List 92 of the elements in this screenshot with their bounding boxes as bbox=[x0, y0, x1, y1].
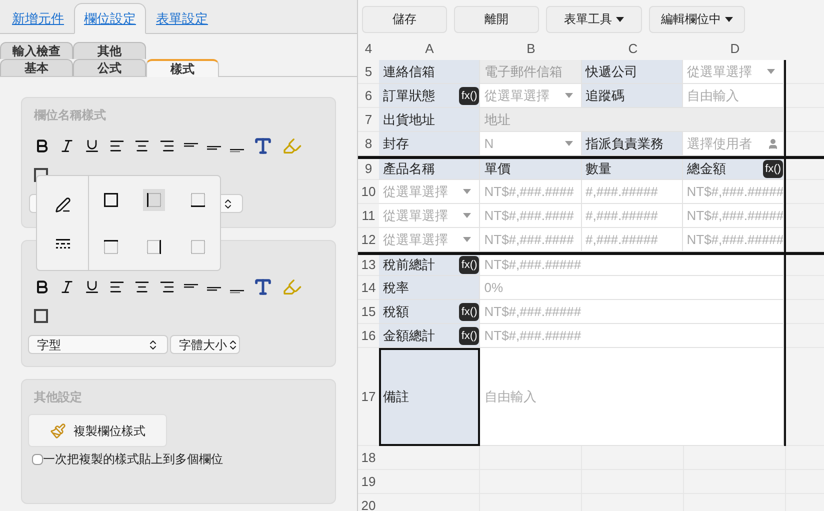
row-number: 4 bbox=[364, 40, 374, 58]
caret-icon bbox=[725, 16, 733, 22]
main-tab[interactable]: 欄位設定 bbox=[74, 3, 146, 34]
field-label: 數量 bbox=[586, 160, 612, 178]
align-center-icon[interactable] bbox=[134, 138, 150, 154]
field-label: 金額總計 bbox=[383, 326, 435, 345]
field-label-cell[interactable]: 產品名稱 bbox=[379, 159, 480, 180]
bold-icon[interactable] bbox=[34, 138, 50, 154]
sub-tab[interactable]: 輸入檢查 bbox=[0, 42, 73, 59]
caret-icon bbox=[463, 237, 472, 242]
toolbar-button[interactable]: 儲存 bbox=[362, 6, 447, 32]
align-center-icon[interactable] bbox=[134, 279, 150, 295]
field-label-cell[interactable]: 稅前總計 fx() bbox=[379, 255, 480, 276]
column-header: A bbox=[424, 40, 435, 58]
underline-icon[interactable] bbox=[84, 138, 100, 154]
section-title: 其他設定 bbox=[33, 389, 83, 406]
field-label: 出貨地址 bbox=[383, 110, 435, 129]
column-header: B bbox=[526, 40, 536, 58]
select-field[interactable]: 字型 bbox=[28, 335, 168, 354]
border-checkbox[interactable] bbox=[34, 309, 48, 323]
border-style-option[interactable] bbox=[143, 188, 166, 210]
field-label-cell[interactable]: 封存 bbox=[379, 132, 480, 156]
field-label-cell[interactable]: 稅額 fx() bbox=[379, 300, 480, 324]
sub-tab[interactable]: 其他 bbox=[73, 42, 146, 59]
field-label-cell[interactable]: 總金額 fx() bbox=[682, 159, 784, 180]
field-label: 備註 bbox=[383, 388, 409, 406]
paintbrush-icon bbox=[50, 422, 66, 438]
field-label: 總金額 bbox=[686, 160, 726, 178]
field-label-cell[interactable]: 稅率 bbox=[379, 276, 480, 300]
updown-arrow-icon bbox=[227, 338, 239, 350]
field-label-cell[interactable]: 快遞公司 bbox=[582, 60, 683, 84]
updown-arrow-icon bbox=[222, 198, 234, 210]
updown-arrow-icon bbox=[147, 338, 159, 350]
field-label-cell[interactable]: 指派負責業務 bbox=[582, 132, 683, 156]
align-left-icon[interactable] bbox=[109, 279, 125, 295]
field-label: 產品名稱 bbox=[383, 160, 435, 178]
italic-icon[interactable] bbox=[59, 138, 75, 154]
caret-icon bbox=[564, 141, 572, 146]
field-label-cell[interactable]: 訂單狀態 fx() bbox=[379, 84, 480, 108]
formula-badge: fx() bbox=[459, 326, 480, 344]
field-label: 追蹤碼 bbox=[586, 86, 624, 105]
field-label: 稅前總計 bbox=[383, 256, 435, 274]
formula-badge: fx() bbox=[459, 302, 480, 320]
caret-icon bbox=[463, 213, 472, 218]
section-title: 欄位名稱樣式 bbox=[32, 107, 107, 124]
field-label: 單價 bbox=[484, 160, 510, 178]
field-label-cell[interactable]: 追蹤碼 bbox=[582, 84, 683, 108]
formula-badge: fx() bbox=[763, 160, 783, 178]
field-label: 稅額 bbox=[383, 302, 409, 321]
caret-icon bbox=[767, 69, 775, 74]
column-header: D bbox=[729, 40, 741, 58]
field-label-cell[interactable]: 數量 bbox=[582, 159, 683, 180]
sub-tab[interactable]: 樣式 bbox=[146, 59, 219, 77]
underline-icon[interactable] bbox=[84, 279, 100, 295]
field-label-cell[interactable]: 金額總計 fx() bbox=[379, 324, 480, 348]
select-field[interactable]: 字體大小 bbox=[170, 335, 240, 354]
align-left-icon[interactable] bbox=[109, 138, 125, 154]
line-style-icon[interactable] bbox=[56, 239, 70, 249]
formula-badge: fx() bbox=[459, 86, 480, 104]
field-label: 指派負責業務 bbox=[586, 134, 664, 153]
caret-icon bbox=[616, 16, 624, 22]
toolbar-button[interactable]: 編輯欄位中 bbox=[649, 6, 745, 32]
sub-tab[interactable]: 公式 bbox=[73, 59, 146, 76]
field-label: 連絡信箱 bbox=[383, 62, 435, 81]
field-label: 訂單狀態 bbox=[383, 86, 435, 105]
main-tab[interactable]: 新增元件 bbox=[2, 3, 74, 34]
formula-badge: fx() bbox=[459, 256, 480, 274]
field-label-cell[interactable]: 出貨地址 bbox=[379, 108, 480, 132]
field-label-cell[interactable]: 備註 bbox=[379, 348, 480, 446]
field-label: 封存 bbox=[383, 134, 409, 153]
italic-icon[interactable] bbox=[59, 279, 75, 295]
field-label-cell[interactable]: 單價 bbox=[480, 159, 582, 180]
checkbox-label: 一次把複製的樣式貼上到多個欄位 bbox=[43, 451, 223, 468]
toolbar-button[interactable]: 表單工具 bbox=[546, 6, 642, 32]
field-label-cell[interactable]: 連絡信箱 bbox=[379, 60, 480, 84]
caret-icon bbox=[564, 93, 572, 98]
font-color-icon[interactable] bbox=[253, 277, 273, 297]
line-color-icon[interactable] bbox=[54, 197, 70, 213]
main-tab[interactable]: 表單設定 bbox=[146, 3, 218, 34]
field-label: 快遞公司 bbox=[586, 62, 638, 81]
copy-style-button[interactable]: 複製欄位樣式 bbox=[28, 414, 167, 447]
user-icon bbox=[767, 138, 779, 150]
column-header: C bbox=[627, 40, 639, 58]
align-right-icon[interactable] bbox=[159, 279, 175, 295]
caret-icon bbox=[463, 189, 472, 194]
toolbar-button[interactable]: 離開 bbox=[454, 6, 539, 32]
checkbox[interactable] bbox=[32, 454, 43, 464]
font-color-icon[interactable] bbox=[253, 136, 273, 156]
align-right-icon[interactable] bbox=[159, 138, 175, 154]
bold-icon[interactable] bbox=[34, 279, 50, 295]
sub-tab[interactable]: 基本 bbox=[0, 59, 73, 76]
field-label: 稅率 bbox=[383, 278, 409, 297]
